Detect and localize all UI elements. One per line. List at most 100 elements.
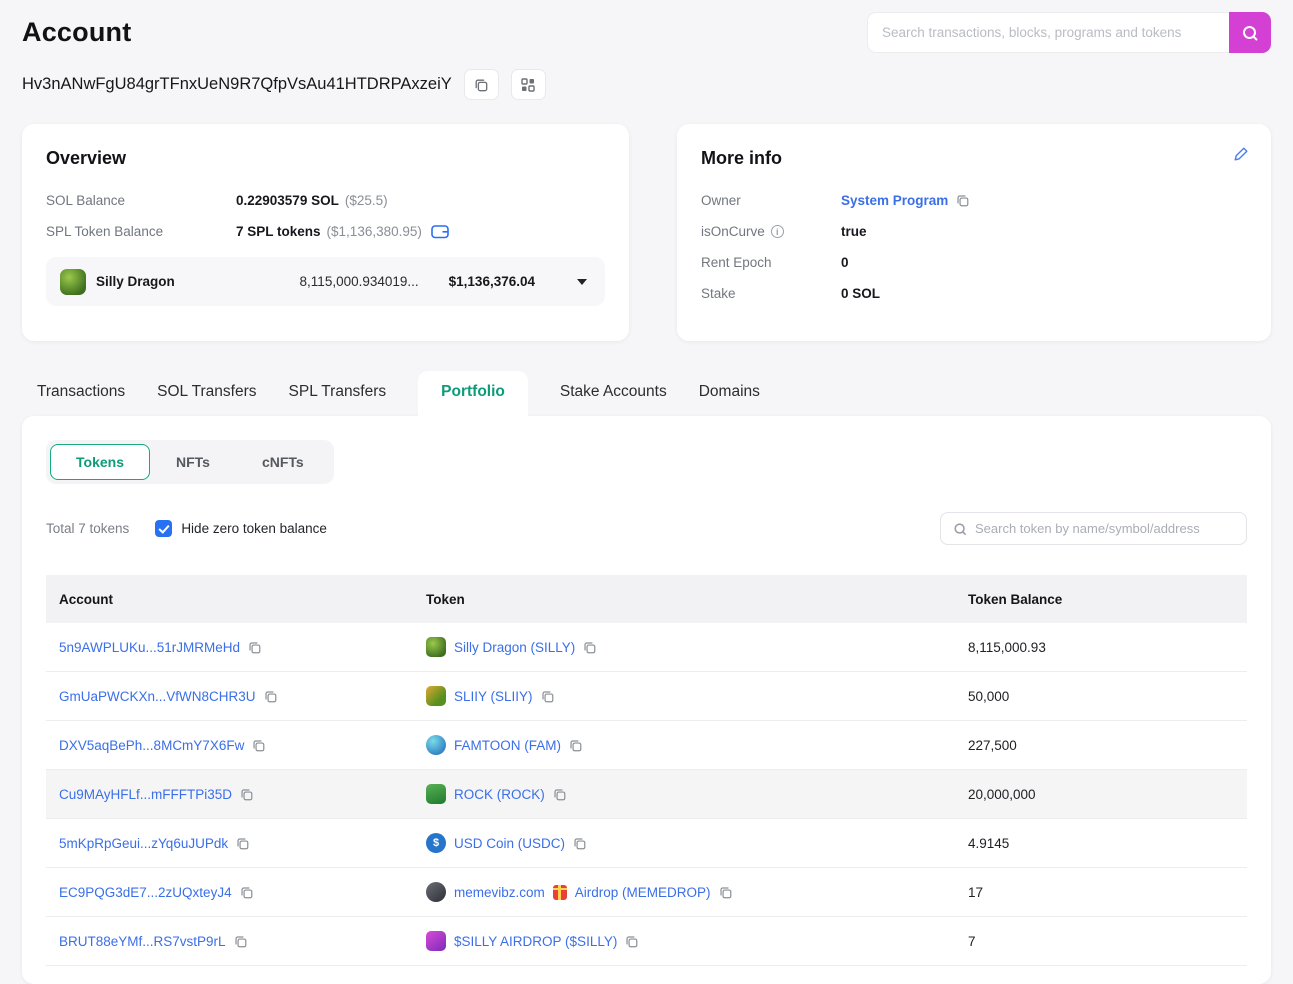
account-link[interactable]: Cu9MAyHFLf...mFFFTPi35D <box>59 787 232 802</box>
hide-zero-label: Hide zero token balance <box>181 521 327 536</box>
spl-balance-value: 7 SPL tokens <box>236 224 321 239</box>
account-cell: Cu9MAyHFLf...mFFFTPi35D <box>59 787 426 802</box>
wallet-icon[interactable] <box>431 224 449 239</box>
hide-zero-checkbox[interactable] <box>155 520 172 537</box>
copy-token-button[interactable] <box>625 935 638 948</box>
spl-balance-row: SPL Token Balance 7 SPL tokens ($1,136,3… <box>46 224 605 239</box>
tab-portfolio[interactable]: Portfolio <box>418 371 528 416</box>
token-cell: USD Coin (USDC) <box>426 833 968 853</box>
summary-cards: Overview SOL Balance 0.22903579 SOL ($25… <box>22 124 1271 341</box>
copy-account-button[interactable] <box>240 788 253 801</box>
token-balance-cell: 7 <box>968 934 1247 949</box>
rock-token-icon <box>426 784 446 804</box>
copy-token-button[interactable] <box>541 690 554 703</box>
table-row: BRUT88eYMf...RS7vstP9rL $SILLY AIRDROP (… <box>46 917 1247 966</box>
token-link[interactable]: SLIIY (SLIIY) <box>454 689 533 704</box>
token-list-controls: Total 7 tokens Hide zero token balance <box>46 512 1247 545</box>
token-balance-cell: 17 <box>968 885 1247 900</box>
subtab-nfts[interactable]: NFTs <box>150 444 236 480</box>
global-search-input[interactable] <box>867 12 1229 53</box>
usdc-token-icon <box>426 833 446 853</box>
copy-owner-button[interactable] <box>956 194 969 207</box>
tab-stake-accounts[interactable]: Stake Accounts <box>560 371 667 416</box>
memedrop-token-icon <box>426 882 446 902</box>
global-search-button[interactable] <box>1229 12 1271 53</box>
subtab-cnfts[interactable]: cNFTs <box>236 444 330 480</box>
edit-pencil-icon[interactable] <box>1233 146 1249 165</box>
copy-account-button[interactable] <box>248 641 261 654</box>
sol-balance-value: 0.22903579 SOL <box>236 193 339 208</box>
account-link[interactable]: GmUaPWCKXn...VfWN8CHR3U <box>59 689 256 704</box>
copy-token-button[interactable] <box>573 837 586 850</box>
table-row: EC9PQG3dE7...2zUQxteyJ4 memevibz.com Air… <box>46 868 1247 917</box>
token-search-input[interactable] <box>975 521 1235 536</box>
qr-grid-icon <box>521 78 535 92</box>
token-link[interactable]: Airdrop (MEMEDROP) <box>575 885 711 900</box>
tab-sol-transfers[interactable]: SOL Transfers <box>157 371 256 416</box>
spl-balance-usd: ($1,136,380.95) <box>327 224 422 239</box>
header-token-balance: Token Balance <box>968 592 1247 607</box>
portfolio-subtabs: Tokens NFTs cNFTs <box>46 440 334 484</box>
copy-icon <box>474 78 488 92</box>
copy-token-button[interactable] <box>583 641 596 654</box>
owner-label: Owner <box>701 193 841 208</box>
copy-address-button[interactable] <box>464 69 499 100</box>
token-link[interactable]: memevibz.com <box>454 885 545 900</box>
token-link[interactable]: FAMTOON (FAM) <box>454 738 561 753</box>
token-link[interactable]: $SILLY AIRDROP ($SILLY) <box>454 934 617 949</box>
is-on-curve-label: isOnCurve i <box>701 224 841 239</box>
token-link[interactable]: Silly Dragon (SILLY) <box>454 640 575 655</box>
copy-account-button[interactable] <box>236 837 249 850</box>
account-link[interactable]: BRUT88eYMf...RS7vstP9rL <box>59 934 226 949</box>
account-cell: EC9PQG3dE7...2zUQxteyJ4 <box>59 885 426 900</box>
token-cell: $SILLY AIRDROP ($SILLY) <box>426 931 968 951</box>
account-page: Account Hv3nANwFgU84grTFnxUeN9R7QfpVsAu4… <box>0 0 1293 984</box>
global-search <box>867 12 1271 53</box>
sol-balance-label: SOL Balance <box>46 193 236 208</box>
header-token: Token <box>426 592 968 607</box>
total-tokens-label: Total 7 tokens <box>46 521 129 536</box>
page-title: Account <box>22 17 131 48</box>
tab-domains[interactable]: Domains <box>699 371 760 416</box>
account-link[interactable]: 5n9AWPLUKu...51rJMRMeHd <box>59 640 240 655</box>
copy-icon <box>240 788 253 801</box>
copy-account-button[interactable] <box>240 886 253 899</box>
account-tabs: Transactions SOL Transfers SPL Transfers… <box>22 371 1271 416</box>
sol-balance-usd: ($25.5) <box>345 193 388 208</box>
stake-value: 0 SOL <box>841 286 880 301</box>
token-cell: FAMTOON (FAM) <box>426 735 968 755</box>
token-selector-dropdown[interactable]: Silly Dragon 8,115,000.934019... $1,136,… <box>46 257 605 306</box>
token-cell: Silly Dragon (SILLY) <box>426 637 968 657</box>
account-cell: BRUT88eYMf...RS7vstP9rL <box>59 934 426 949</box>
account-link[interactable]: DXV5aqBePh...8MCmY7X6Fw <box>59 738 244 753</box>
copy-account-button[interactable] <box>234 935 247 948</box>
selected-token-usd: $1,136,376.04 <box>449 274 535 289</box>
stake-label: Stake <box>701 286 841 301</box>
tab-spl-transfers[interactable]: SPL Transfers <box>289 371 387 416</box>
token-link[interactable]: USD Coin (USDC) <box>454 836 565 851</box>
qr-code-button[interactable] <box>511 69 546 100</box>
more-info-title: More info <box>701 148 1247 169</box>
token-cell: ROCK (ROCK) <box>426 784 968 804</box>
account-cell: 5mKpRpGeui...zYq6uJUPdk <box>59 836 426 851</box>
account-link[interactable]: EC9PQG3dE7...2zUQxteyJ4 <box>59 885 232 900</box>
account-cell: GmUaPWCKXn...VfWN8CHR3U <box>59 689 426 704</box>
token-link[interactable]: ROCK (ROCK) <box>454 787 545 802</box>
copy-account-button[interactable] <box>252 739 265 752</box>
search-icon <box>954 522 967 535</box>
copy-icon <box>956 194 969 207</box>
owner-link[interactable]: System Program <box>841 193 948 208</box>
hide-zero-toggle[interactable]: Hide zero token balance <box>155 520 327 537</box>
subtab-tokens[interactable]: Tokens <box>50 444 150 480</box>
is-on-curve-row: isOnCurve i true <box>701 224 1247 239</box>
account-link[interactable]: 5mKpRpGeui...zYq6uJUPdk <box>59 836 228 851</box>
copy-token-button[interactable] <box>553 788 566 801</box>
info-icon[interactable]: i <box>771 225 784 238</box>
copy-token-button[interactable] <box>719 886 732 899</box>
copy-account-button[interactable] <box>264 690 277 703</box>
silly-airdrop-token-icon <box>426 931 446 951</box>
copy-token-button[interactable] <box>569 739 582 752</box>
token-cell: memevibz.com Airdrop (MEMEDROP) <box>426 882 968 902</box>
tab-transactions[interactable]: Transactions <box>37 371 125 416</box>
overview-title: Overview <box>46 148 605 169</box>
